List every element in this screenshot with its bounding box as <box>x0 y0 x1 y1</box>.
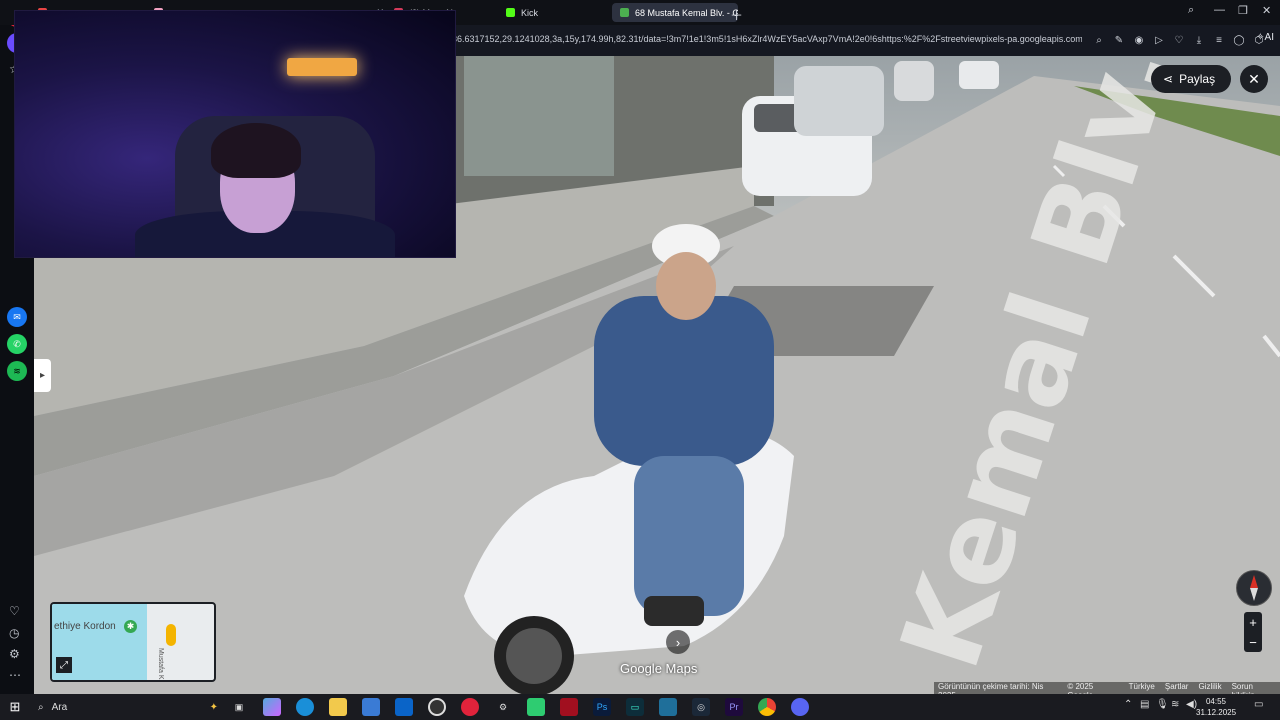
report-link[interactable]: Sorun bildirin <box>1232 682 1276 694</box>
zoom-control: + − <box>1244 612 1262 652</box>
search-icon: ⌕ <box>38 701 44 713</box>
settings-gear-taskbar-icon[interactable]: ⚙ <box>494 698 512 716</box>
profile-icon[interactable]: ◯ <box>1232 31 1246 49</box>
notification-icon[interactable]: ▭ <box>1254 699 1263 710</box>
minimap-place-pin-icon[interactable]: ✱ <box>124 620 137 633</box>
copilot-sparkle-icon: ✦ <box>209 701 218 713</box>
camera-icon[interactable]: ◉ <box>1132 31 1146 49</box>
search-icon[interactable]: ⌕ <box>1092 31 1106 49</box>
share-label: Paylaş <box>1179 72 1216 86</box>
mini-map[interactable]: ethiye Kordon ✱ Mustafa K ⤢ <box>50 602 216 682</box>
search-tabs-icon[interactable]: ⌕ <box>1188 4 1194 17</box>
wifi-icon[interactable]: ≋ <box>1171 699 1179 710</box>
copilot-icon[interactable] <box>263 698 281 716</box>
capture-date: Görüntünün çekime tarihi: Nis 2025 <box>938 682 1044 694</box>
close-street-view-button[interactable]: ✕ <box>1240 65 1268 93</box>
clock-date: 31.12.2025 <box>1196 708 1237 717</box>
zoom-out-button[interactable]: − <box>1244 632 1262 652</box>
minimize-button[interactable]: — <box>1214 4 1225 16</box>
terms-link[interactable]: Şartlar <box>1165 682 1189 694</box>
webcam-overlay <box>14 10 456 258</box>
photoshop-icon[interactable]: Ps <box>593 698 611 716</box>
media-player-icon[interactable] <box>428 698 446 716</box>
whatsapp-icon[interactable]: ✆ <box>7 334 27 354</box>
tab-kick[interactable]: Kick <box>498 3 614 22</box>
spotify-icon[interactable]: ≋ <box>7 361 27 381</box>
webcam-person-hair <box>211 123 301 178</box>
maps-favicon-icon <box>620 8 629 17</box>
tab-google-maps[interactable]: 68 Mustafa Kemal Blv. - G <box>612 3 738 22</box>
cube-app-icon[interactable] <box>527 698 545 716</box>
clock-time: 04:55 <box>1205 697 1227 706</box>
edge-icon[interactable] <box>296 698 314 716</box>
taskbar-search[interactable]: ⌕ Ara ✦ <box>30 694 228 720</box>
google-maps-logo: Google Maps <box>620 661 698 676</box>
zoom-in-button[interactable]: + <box>1244 612 1262 632</box>
url-field[interactable]: 36.6317152,29.1241028,3a,15y,174.99h,82.… <box>452 34 1082 44</box>
maximize-button[interactable]: ❐ <box>1238 4 1248 17</box>
tray-app-icon[interactable]: ▤ <box>1140 699 1149 710</box>
ai-label: AI <box>1264 32 1274 43</box>
compass-needle-icon <box>1250 575 1258 601</box>
share-icon: ⋖ <box>1163 72 1174 86</box>
menu-icon[interactable]: ≡ <box>1212 31 1226 49</box>
history-icon[interactable]: ◷ <box>9 626 19 640</box>
outlook-icon[interactable] <box>395 698 413 716</box>
kick-icon <box>506 8 515 17</box>
next-arrow-button[interactable]: › <box>666 630 690 654</box>
pegman-icon[interactable] <box>166 624 176 646</box>
start-button[interactable]: ⊞ <box>6 698 24 716</box>
microphone-icon[interactable]: 🎙 <box>1156 699 1169 710</box>
tray-chevron-icon[interactable]: ⌃ <box>1124 699 1132 710</box>
windows-taskbar: ⊞ ⌕ Ara ✦ ▣ ⚙ Ps ▭ ◎ Pr ⌃ ▤ 🎙 ≋ ◀) 04:55… <box>0 694 1280 720</box>
minimap-road-label: Mustafa K <box>157 648 164 680</box>
country-link[interactable]: Türkiye <box>1129 682 1155 694</box>
settings-icon[interactable]: ⚙ <box>9 647 20 661</box>
opera-taskbar-icon[interactable] <box>461 698 479 716</box>
compass-icon[interactable] <box>1236 570 1272 606</box>
toolbar-icons: ⌕ ✎ ◉ ▷ ♡ ⤓ ≡ ◯ ⬡ <box>1092 31 1266 49</box>
webcam-lamp <box>287 58 357 76</box>
file-explorer-icon[interactable] <box>329 698 347 716</box>
send-icon[interactable]: ▷ <box>1152 31 1166 49</box>
discord-icon[interactable] <box>791 698 809 716</box>
chrome-icon[interactable] <box>758 698 776 716</box>
expand-map-icon[interactable]: ⤢ <box>56 657 72 673</box>
terminal-icon[interactable]: ▭ <box>626 698 644 716</box>
red-app-icon[interactable] <box>560 698 578 716</box>
tab-label: Kick <box>521 7 539 18</box>
premiere-icon[interactable]: Pr <box>725 698 743 716</box>
minimap-place-label: ethiye Kordon <box>54 621 116 632</box>
copyright: © 2025 Google <box>1067 682 1094 694</box>
monitor-app-icon[interactable] <box>659 698 677 716</box>
task-view-icon[interactable]: ▣ <box>230 698 248 716</box>
store-icon[interactable] <box>362 698 380 716</box>
download-icon[interactable]: ⤓ <box>1192 31 1206 49</box>
taskbar-clock[interactable]: 04:55 31.12.2025 <box>1196 696 1236 718</box>
map-footer: Görüntünün çekime tarihi: Nis 2025 © 202… <box>934 682 1280 694</box>
share-button[interactable]: ⋖ Paylaş <box>1151 65 1232 93</box>
heart-icon[interactable]: ♡ <box>9 604 20 618</box>
messenger-icon[interactable]: ✉ <box>7 307 27 327</box>
tab-label: 68 Mustafa Kemal Blv. - G <box>635 7 738 18</box>
more-icon[interactable]: ⋯ <box>9 668 21 682</box>
heart-icon[interactable]: ♡ <box>1172 31 1186 49</box>
new-tab-button[interactable]: ＋ <box>730 5 743 24</box>
ai-button[interactable]: ✧AI <box>1256 32 1274 43</box>
privacy-link[interactable]: Gizlilik <box>1198 682 1221 694</box>
edit-icon[interactable]: ✎ <box>1112 31 1126 49</box>
side-panel-toggle[interactable]: ▸ <box>34 359 51 392</box>
search-placeholder: Ara <box>51 701 68 713</box>
steam-icon[interactable]: ◎ <box>692 698 710 716</box>
close-window-button[interactable]: ✕ <box>1262 4 1271 17</box>
